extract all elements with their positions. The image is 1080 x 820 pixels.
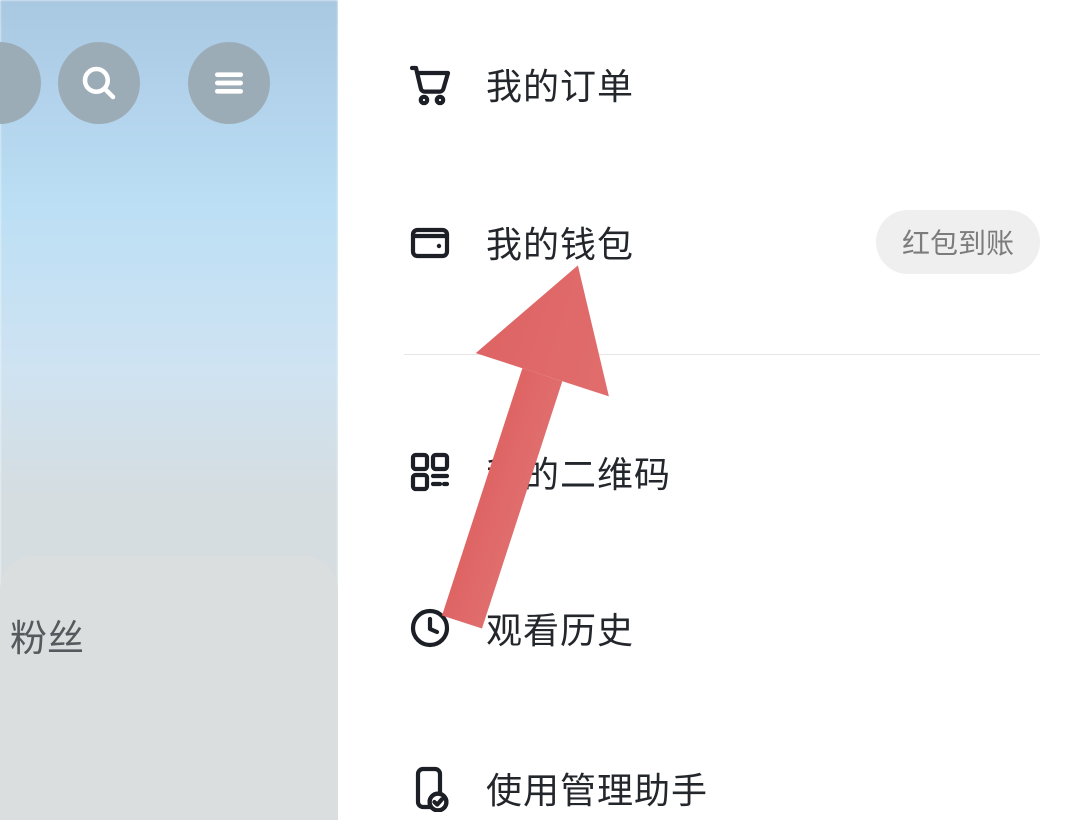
menu-item-wallet[interactable]: 我的钱包 红包到账 (404, 210, 1040, 274)
menu-item-orders[interactable]: 我的订单 (404, 52, 1040, 116)
screen: 粉丝 我的订单 我的钱包 红包到账 (0, 0, 1080, 820)
menu-item-label: 观看历史 (486, 602, 634, 654)
menu-item-label: 我的订单 (486, 58, 634, 110)
separator (404, 354, 1040, 355)
menu-item-qr[interactable]: 我的二维码 (404, 440, 1040, 504)
search-icon (78, 62, 120, 104)
qr-icon (404, 446, 456, 498)
wallet-icon (404, 216, 456, 268)
side-drawer: 我的订单 我的钱包 红包到账 (338, 0, 1080, 820)
fans-label: 粉丝 (10, 608, 84, 662)
search-button[interactable] (58, 42, 140, 124)
menu-icon (209, 63, 249, 103)
clock-icon (404, 602, 456, 654)
profile-card (0, 556, 338, 820)
menu-item-history[interactable]: 观看历史 (404, 596, 1040, 660)
menu-item-label: 我的钱包 (486, 216, 634, 268)
menu-button[interactable] (188, 42, 270, 124)
menu-item-helper[interactable]: 使用管理助手 (404, 756, 1040, 820)
menu-item-label: 我的二维码 (486, 446, 671, 498)
wallet-badge: 红包到账 (876, 210, 1040, 274)
menu-item-label: 使用管理助手 (486, 762, 708, 814)
phone-check-icon (404, 762, 456, 814)
cart-icon (404, 58, 456, 110)
